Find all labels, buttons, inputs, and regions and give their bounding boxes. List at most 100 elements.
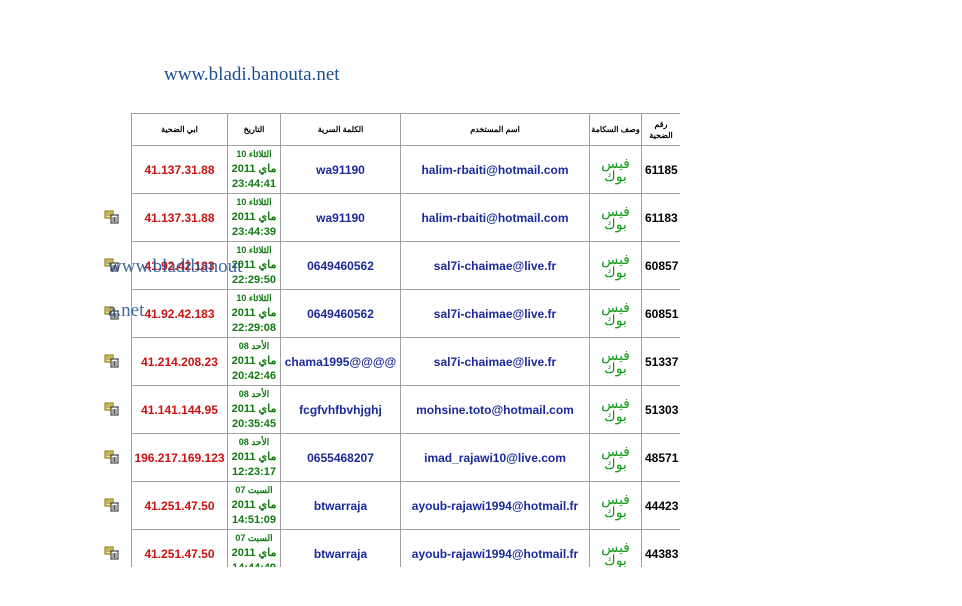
cell-date: الثلاثاء 10 ماي 2011 23:44:41 — [227, 145, 281, 194]
cell-type: فيس بوك — [589, 241, 642, 290]
header-id: رقم الضحية — [641, 113, 680, 146]
cell-date-time: 23:44:41 — [231, 178, 277, 190]
watermark-line2: a.net — [108, 300, 145, 321]
cell-type: فيس بوك — [589, 481, 642, 530]
cell-date: الثلاثاء 10 ماي 2011 23:44:39 — [227, 193, 281, 242]
cell-username: ayoub-rajawi1994@hotmail.fr — [400, 529, 590, 567]
cell-type: فيس بوك — [589, 529, 642, 567]
site-link[interactable]: www.bladi.banouta.net — [164, 64, 340, 86]
cell-date-month: ماي 2011 — [231, 451, 277, 463]
table-header-row: ابي الضحية التاريخ الكلمة السرية اسم الم… — [131, 113, 680, 146]
cell-ip: 41.251.47.50 — [131, 481, 228, 530]
cell-date-time: 22:29:08 — [231, 322, 277, 334]
cell-id: 51303 — [641, 385, 680, 434]
cell-ip: 41.251.47.50 — [131, 529, 228, 567]
cell-date-day: السبت 07 — [235, 485, 273, 495]
cell-password: 0649460562 — [280, 289, 401, 338]
cell-password: chama1995@@@@ — [280, 337, 401, 386]
cell-date-time: 14:51:09 — [231, 514, 277, 526]
cell-type: فيس بوك — [589, 289, 642, 338]
cell-type-line2: بوك — [604, 455, 627, 472]
cell-date-time: 14:44:49 — [228, 561, 280, 567]
cell-date-month: ماي 2011 — [231, 403, 277, 415]
cell-date-time: 12:23:17 — [231, 466, 277, 478]
cell-date-month: ماي 2011 — [231, 355, 277, 367]
header-type: وصف السكامة — [589, 113, 642, 146]
cell-type-line2: بوك — [604, 503, 627, 520]
cell-date-day: الأحد 08 — [238, 341, 270, 351]
cell-type: فيس بوك — [589, 193, 642, 242]
watermark-line1: www.bladibanout — [108, 256, 243, 277]
cell-id: 60851 — [641, 289, 680, 338]
cell-password: btwarraja — [280, 529, 401, 567]
cell-date-day: الثلاثاء 10 — [236, 149, 272, 159]
table-row: 41.214.208.23 الأحد 08 ماي 2011 20:42:46 cha… — [131, 337, 680, 386]
cell-date-day: الأحد 08 — [238, 389, 270, 399]
cell-date-time: 23:44:39 — [231, 226, 277, 238]
table-row: 41.251.47.50 السبت 07 ماي 2011 14:44:49btwa… — [131, 529, 680, 567]
table-row: 41.92.42.183 الثلاثاء 10 ماي 2011 22:29:08 0… — [131, 289, 680, 338]
cell-date: السبت 07 ماي 2011 14:51:09 — [227, 481, 281, 530]
cell-username: imad_rajawi10@live.com — [400, 433, 590, 482]
edit-delete-icon[interactable] — [104, 401, 122, 417]
cell-type-line2: بوك — [604, 359, 627, 376]
cell-type: فيس بوك — [589, 145, 642, 194]
cell-ip: 196.217.169.123 — [131, 433, 228, 482]
cell-username: halim-rbaiti@hotmail.com — [400, 193, 590, 242]
cell-ip: 41.137.31.88 — [131, 145, 228, 194]
edit-delete-icon[interactable] — [104, 353, 122, 369]
cell-type-line2: بوك — [604, 167, 627, 184]
cell-date-month: ماي 2011 — [231, 499, 277, 511]
edit-delete-icon[interactable] — [104, 209, 122, 225]
edit-delete-icon[interactable] — [104, 545, 122, 561]
cell-ip: 41.141.144.95 — [131, 385, 228, 434]
victims-table-wrap: ابي الضحية التاريخ الكلمة السرية اسم الم… — [131, 113, 680, 567]
edit-delete-icon[interactable] — [104, 497, 122, 513]
cell-password: btwarraja — [280, 481, 401, 530]
cell-id: 60857 — [641, 241, 680, 290]
cell-password: 0655468207 — [280, 433, 401, 482]
header-password: الكلمة السرية — [280, 113, 401, 146]
cell-username: sal7i-chaimae@live.fr — [400, 337, 590, 386]
cell-password: fcgfvhfbvhjghj — [280, 385, 401, 434]
table-row: 41.137.31.88 الثلاثاء 10 ماي 2011 23:44:41 w… — [131, 145, 680, 194]
cell-date-day: الأحد 08 — [238, 437, 270, 447]
edit-delete-icon[interactable] — [104, 449, 122, 465]
cell-date-month: ماي 2011 — [231, 211, 277, 223]
cell-password: wa91190 — [280, 145, 401, 194]
cell-date: الأحد 08 ماي 2011 20:42:46 — [227, 337, 281, 386]
header-date: التاريخ — [227, 113, 281, 146]
cell-date-day: الثلاثاء 10 — [236, 293, 272, 303]
cell-password: 0649460562 — [280, 241, 401, 290]
cell-id: 48571 — [641, 433, 680, 482]
header-username: اسم المستخدم — [400, 113, 590, 146]
table-row: 41.141.144.95 الأحد 08 ماي 2011 20:35:45 fcg… — [131, 385, 680, 434]
cell-date-month: ماي 2011 — [231, 307, 277, 319]
cell-id: 44383 — [641, 529, 680, 567]
header-ip: ابي الضحية — [131, 113, 228, 146]
cell-username: ayoub-rajawi1994@hotmail.fr — [400, 481, 590, 530]
cell-type-line2: بوك — [604, 263, 627, 280]
cell-username: mohsine.toto@hotmail.com — [400, 385, 590, 434]
cell-id: 61183 — [641, 193, 680, 242]
cell-id: 51337 — [641, 337, 680, 386]
cell-username: halim-rbaiti@hotmail.com — [400, 145, 590, 194]
victims-table: ابي الضحية التاريخ الكلمة السرية اسم الم… — [131, 113, 680, 567]
cell-type: فيس بوك — [589, 385, 642, 434]
cell-username: sal7i-chaimae@live.fr — [400, 289, 590, 338]
cell-date-month: ماي 2011 — [231, 163, 277, 175]
cell-date-time: 20:35:45 — [231, 418, 277, 430]
cell-date: السبت 07 ماي 2011 14:44:49 — [227, 529, 281, 567]
cell-date: الأحد 08 ماي 2011 20:35:45 — [227, 385, 281, 434]
cell-id: 61185 — [641, 145, 680, 194]
cell-id: 44423 — [641, 481, 680, 530]
cell-type-line2: بوك — [604, 407, 627, 424]
cell-password: wa91190 — [280, 193, 401, 242]
cell-type-line2: بوك — [604, 215, 627, 232]
table-row: 196.217.169.123 الأحد 08 ماي 2011 12:23:17 0… — [131, 433, 680, 482]
cell-username: sal7i-chaimae@live.fr — [400, 241, 590, 290]
table-row: 41.137.31.88 الثلاثاء 10 ماي 2011 23:44:39 w… — [131, 193, 680, 242]
cell-date-month: ماي 2011 — [231, 547, 277, 559]
cell-date: الثلاثاء 10 ماي 2011 22:29:08 — [227, 289, 281, 338]
cell-date-day: السبت 07 — [235, 533, 273, 543]
